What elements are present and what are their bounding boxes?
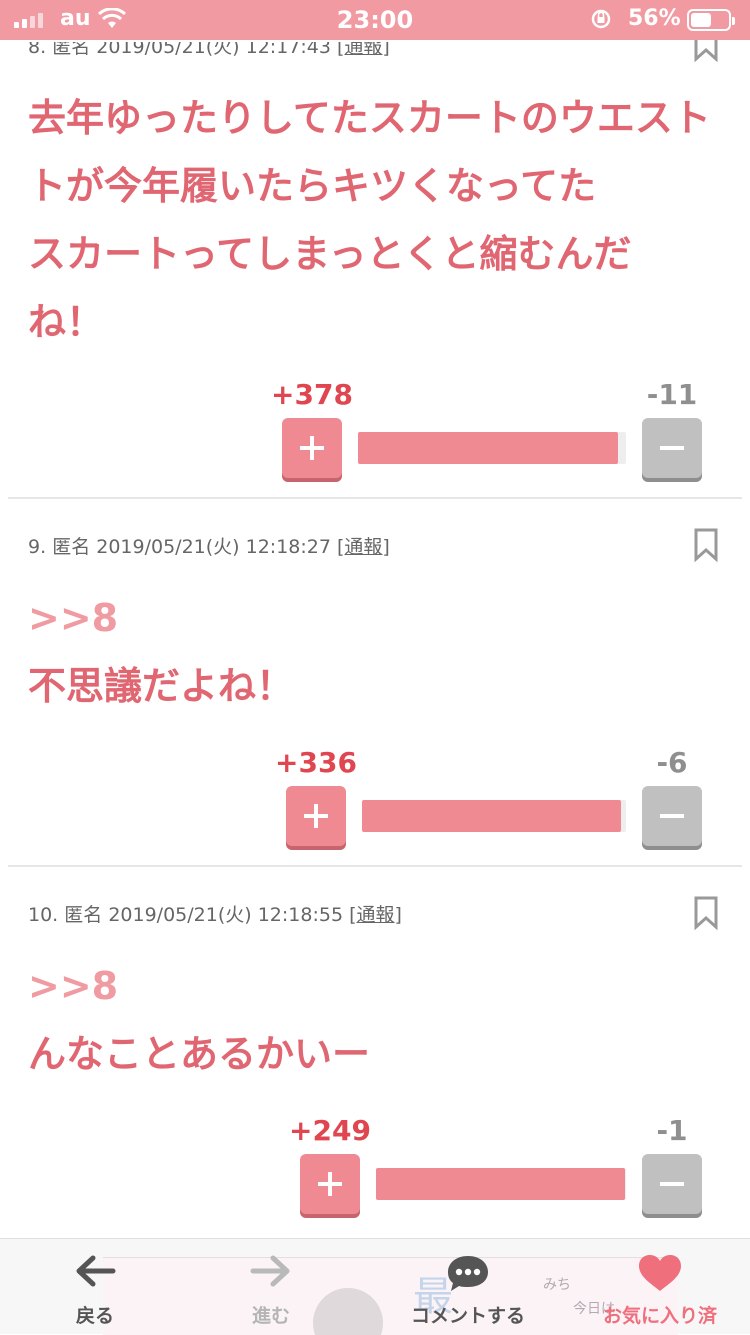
comment-meta: 10. 匿名 2019/05/21(火) 12:18:55 [通報] [28,900,402,927]
minus-count: -11 [646,378,698,411]
comment-author: 匿名 [64,904,103,926]
comment-line: 不思議だよね！ [28,664,295,708]
comment-line: ね！ [28,300,105,344]
favorite-button[interactable]: お気に入り済 [590,1239,730,1335]
battery-percent: 56% [628,6,681,31]
minus-count: -6 [656,746,688,779]
speech-bubble-icon [398,1253,538,1293]
plus-icon [300,436,324,460]
minus-vote-button[interactable] [642,1154,702,1214]
bookmark-icon[interactable] [693,528,719,563]
minus-icon [660,1182,684,1186]
divider [8,865,742,867]
status-bar: au 23:00 56% [0,0,750,40]
comment-body: 去年ゆったりしてたスカートのウエスト トが今年履いたらキツくなってた スカートっ… [28,84,728,356]
bookmark-icon[interactable] [693,896,719,931]
plus-count: +378 [271,378,353,411]
rotation-lock-icon [590,8,612,36]
comment-line: 去年ゆったりしてたスカートのウエスト [28,96,711,140]
minus-icon [660,814,684,818]
comment-meta: 9. 匿名 2019/05/21(火) 12:18:27 [通報] [28,532,390,559]
divider [8,497,742,499]
vote-ratio-bar [358,432,626,464]
forward-button[interactable]: 進む [216,1239,326,1335]
plus-count: +249 [289,1114,371,1147]
comment-line: スカートってしまっとくと縮むんだ [28,232,632,276]
comment-number: 10. [28,904,59,926]
comment-button[interactable]: コメントする [398,1239,538,1335]
ad-text: みち [543,1277,571,1293]
reply-anchor[interactable]: >>8 [28,952,728,1020]
plus-vote-button[interactable] [286,786,346,846]
forward-label: 進む [251,1305,290,1327]
comment-datetime: 2019/05/21(火) 12:18:27 [96,536,331,558]
plus-icon [304,804,328,828]
comment-body: >>8 不思議だよね！ [28,584,728,720]
arrow-right-icon [216,1253,326,1289]
report-link[interactable]: [通報] [337,536,390,558]
minus-count: -1 [656,1114,688,1147]
comment-label: コメントする [410,1305,525,1327]
report-link[interactable]: [通報] [349,904,402,926]
minus-vote-button[interactable] [642,418,702,478]
plus-icon [318,1172,342,1196]
comment-line: んなことあるかいー [28,1032,371,1076]
arrow-left-icon [40,1253,150,1289]
favorite-label: お気に入り済 [602,1305,717,1327]
comment-body: >>8 んなことあるかいー [28,952,728,1088]
comment-datetime: 2019/05/21(火) 12:18:55 [108,904,344,926]
bottom-nav: 最 みち 今日は 戻る 進む コメントする お気に入り済 [0,1238,750,1335]
reply-anchor[interactable]: >>8 [28,584,728,652]
plus-vote-button[interactable] [300,1154,360,1214]
battery-icon [687,9,735,31]
back-button[interactable]: 戻る [40,1239,150,1335]
minus-icon [660,446,684,450]
comment-line: トが今年履いたらキツくなってた [28,164,597,208]
back-label: 戻る [75,1305,114,1327]
heart-icon [590,1253,730,1293]
minus-vote-button[interactable] [642,786,702,846]
vote-ratio-bar [362,800,626,832]
plus-count: +336 [275,746,357,779]
comment-number: 9. [28,536,47,558]
plus-vote-button[interactable] [282,418,342,478]
comment-author: 匿名 [52,536,91,558]
vote-ratio-bar [376,1168,626,1200]
